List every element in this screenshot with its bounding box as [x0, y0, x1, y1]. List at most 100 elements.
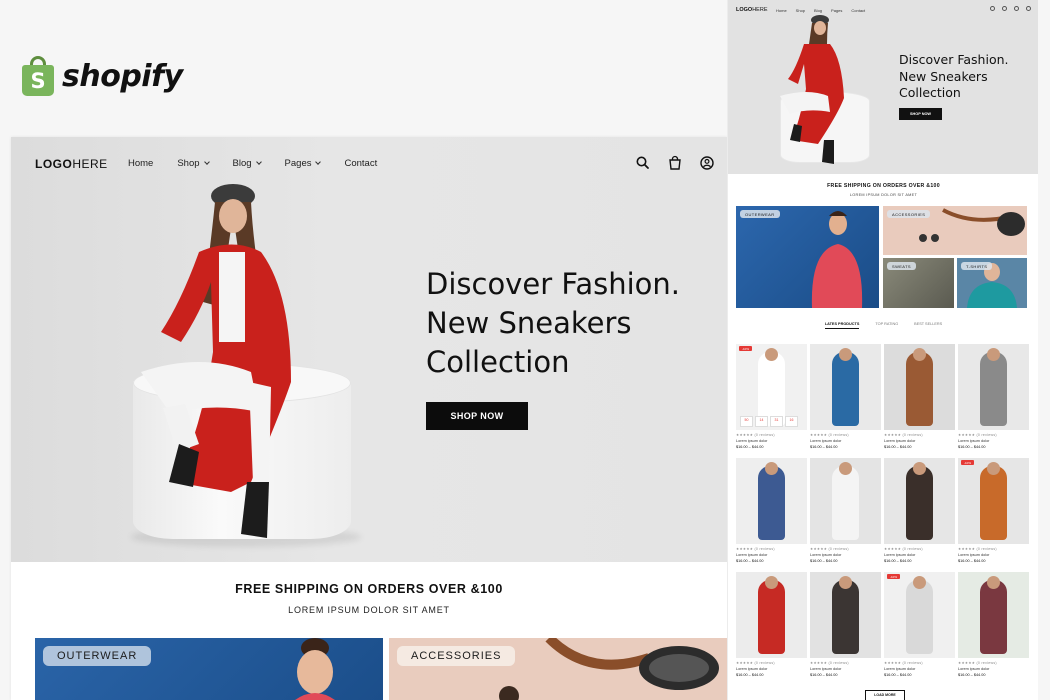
- shop-now-button[interactable]: SHOP NOW: [426, 402, 528, 430]
- preview-nav-item-home[interactable]: Home: [776, 8, 787, 13]
- product-card[interactable]: ★★★★★ (0 reviews) Lorem ipsum dolor $16.00…: [810, 572, 881, 686]
- product-price: $16.00 – $44.00: [810, 445, 838, 449]
- shipping-subtitle: LOREM IPSUM DOLOR SIT AMET: [288, 605, 450, 615]
- product-rating: ★★★★★ (0 reviews): [810, 433, 849, 437]
- preview-logo[interactable]: LOGOHERE: [736, 7, 767, 13]
- preview-category-accessories[interactable]: ACCESSORIES: [883, 206, 1027, 255]
- preview-nav-item-pages[interactable]: Pages: [831, 8, 842, 13]
- product-name[interactable]: Lorem ipsum dolor: [810, 439, 881, 443]
- product-name[interactable]: Lorem ipsum dolor: [884, 439, 955, 443]
- search-icon[interactable]: [635, 155, 651, 171]
- product-tabs: LATES PRODUCTS TOP RATING BEST SELLERS: [728, 322, 1038, 329]
- nav-icons: [635, 155, 715, 171]
- product-price: $16.00 – $44.00: [884, 445, 912, 449]
- product-price: $16.00 – $44.00: [884, 673, 912, 677]
- product-image[interactable]: -10%: [958, 458, 1029, 544]
- product-name[interactable]: Lorem ipsum dolor: [958, 439, 1029, 443]
- product-card[interactable]: ★★★★★ (0 reviews) Lorem ipsum dolor $16.00…: [736, 572, 807, 686]
- hero-text-block: Discover Fashion. New Sneakers Collectio…: [426, 265, 680, 430]
- load-more-button[interactable]: LOAD MORE: [865, 690, 905, 700]
- nav-item-pages[interactable]: Pages: [285, 158, 322, 169]
- product-image[interactable]: [884, 458, 955, 544]
- tab-best-sellers[interactable]: BEST SELLERS: [914, 322, 942, 329]
- category-outerwear[interactable]: OUTERWEAR: [35, 638, 383, 700]
- category-accessories[interactable]: ACCESSORIES: [389, 638, 727, 700]
- category-label: OUTERWEAR: [43, 646, 152, 666]
- product-image[interactable]: [736, 458, 807, 544]
- cart-icon[interactable]: [667, 155, 683, 171]
- preview-nav-item-blog[interactable]: Blog: [814, 8, 822, 13]
- account-icon[interactable]: [1014, 6, 1019, 11]
- preview-shop-now-button[interactable]: SHOP NOW: [899, 108, 942, 120]
- nav-item-blog[interactable]: Blog: [233, 158, 262, 169]
- product-name[interactable]: Lorem ipsum dolor: [958, 553, 1029, 557]
- product-name[interactable]: Lorem ipsum dolor: [884, 553, 955, 557]
- product-image[interactable]: [884, 344, 955, 430]
- product-image[interactable]: [810, 572, 881, 658]
- shipping-title: FREE SHIPPING ON ORDERS OVER &100: [235, 582, 503, 596]
- product-image[interactable]: -10%: [884, 572, 955, 658]
- preview-hero-title: Discover Fashion. New Sneakers Collectio…: [899, 52, 1009, 100]
- countdown-value: 50: [740, 416, 753, 427]
- preview-nav-item-shop[interactable]: Shop: [796, 8, 805, 13]
- product-card[interactable]: ★★★★★ (0 reviews) Lorem ipsum dolor $16.00…: [810, 458, 881, 572]
- product-image[interactable]: -10% 50 14 31 16: [736, 344, 807, 430]
- preview-nav-item-contact[interactable]: Contact: [851, 8, 865, 13]
- product-name[interactable]: Lorem ipsum dolor: [736, 667, 807, 671]
- product-card[interactable]: ★★★★★ (0 reviews) Lorem ipsum dolor $16.00…: [958, 344, 1029, 458]
- product-name[interactable]: Lorem ipsum dolor: [736, 439, 807, 443]
- product-name[interactable]: Lorem ipsum dolor: [810, 667, 881, 671]
- product-price: $16.00 – $44.00: [958, 559, 986, 563]
- product-name[interactable]: Lorem ipsum dolor: [884, 667, 955, 671]
- preview-category-sweats[interactable]: SWEATS: [883, 258, 954, 308]
- product-card[interactable]: ★★★★★ (0 reviews) Lorem ipsum dolor $16.00…: [736, 458, 807, 572]
- product-rating: ★★★★★ (0 reviews): [736, 547, 775, 551]
- hero-section: LOGOHERE Home Shop Blog Pages Contact Di…: [11, 137, 727, 562]
- chevron-down-icon: [315, 159, 322, 165]
- product-price: $16.00 – $44.00: [736, 559, 764, 563]
- preview-nav-icons: [990, 6, 1031, 11]
- account-icon[interactable]: [699, 155, 715, 171]
- product-card[interactable]: ★★★★★ (0 reviews) Lorem ipsum dolor $16.00…: [884, 458, 955, 572]
- product-card[interactable]: -10% ★★★★★ (0 reviews) Lorem ipsum dolor $1…: [884, 572, 955, 686]
- product-card[interactable]: -10% 50 14 31 16 ★★★★★ (0 reviews) Lorem ipsum…: [736, 344, 807, 458]
- product-image[interactable]: [810, 344, 881, 430]
- product-rating: ★★★★★ (0 reviews): [810, 661, 849, 665]
- tab-lates-products[interactable]: LATES PRODUCTS: [824, 322, 860, 329]
- sale-badge: -10%: [739, 346, 753, 351]
- category-label: ACCESSORIES: [397, 646, 516, 666]
- product-image[interactable]: [958, 344, 1029, 430]
- preview-category-tshirts[interactable]: T-SHIRTS: [957, 258, 1027, 308]
- nav-item-home[interactable]: Home: [128, 158, 153, 169]
- product-card[interactable]: ★★★★★ (0 reviews) Lorem ipsum dolor $16.00…: [958, 572, 1029, 686]
- chevron-down-icon: [255, 159, 262, 165]
- product-name[interactable]: Lorem ipsum dolor: [958, 667, 1029, 671]
- product-image[interactable]: [958, 572, 1029, 658]
- shopify-wordmark: shopify: [62, 58, 183, 94]
- preview-nav: Home Shop Blog Pages Contact: [776, 8, 865, 13]
- nav-item-shop[interactable]: Shop: [177, 158, 210, 169]
- search-icon[interactable]: [990, 6, 995, 11]
- product-price: $16.00 – $44.00: [736, 673, 764, 677]
- product-card[interactable]: -10% ★★★★★ (0 reviews) Lorem ipsum dolor $1…: [958, 458, 1029, 572]
- product-image[interactable]: [736, 572, 807, 658]
- tab-top-rating[interactable]: TOP RATING: [875, 322, 898, 329]
- sale-badge: -10%: [887, 574, 901, 579]
- product-rating: ★★★★★ (0 reviews): [736, 433, 775, 437]
- menu-icon[interactable]: [1026, 6, 1031, 11]
- product-rating: ★★★★★ (0 reviews): [884, 661, 923, 665]
- nav-item-contact[interactable]: Contact: [344, 158, 377, 169]
- hero-model-image: [780, 15, 844, 164]
- product-card[interactable]: ★★★★★ (0 reviews) Lorem ipsum dolor $16.00…: [884, 344, 955, 458]
- cart-icon[interactable]: [1002, 6, 1007, 11]
- product-rating: ★★★★★ (0 reviews): [736, 661, 775, 665]
- countdown-value: 16: [785, 416, 798, 427]
- hero-model-image: [141, 184, 291, 538]
- product-card[interactable]: ★★★★★ (0 reviews) Lorem ipsum dolor $16.00…: [810, 344, 881, 458]
- product-name[interactable]: Lorem ipsum dolor: [736, 553, 807, 557]
- navbar: LOGOHERE Home Shop Blog Pages Contact: [11, 137, 727, 192]
- product-name[interactable]: Lorem ipsum dolor: [810, 553, 881, 557]
- site-logo[interactable]: LOGOHERE: [35, 157, 108, 171]
- preview-category-outerwear[interactable]: OUTERWEAR: [736, 206, 879, 308]
- product-image[interactable]: [810, 458, 881, 544]
